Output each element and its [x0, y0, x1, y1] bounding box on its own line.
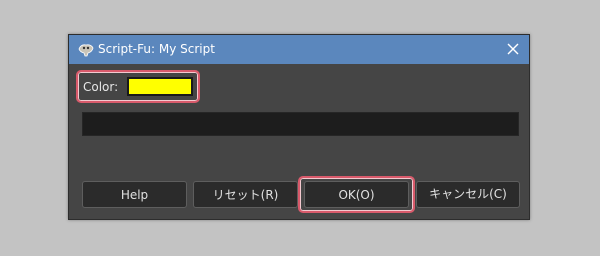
ok-button[interactable]: OK(O) — [304, 181, 409, 208]
help-button[interactable]: Help — [82, 181, 187, 208]
color-picker-button[interactable] — [127, 77, 193, 96]
script-fu-dialog: Script-Fu: My Script Color: Help リセット(R)… — [68, 34, 530, 220]
window-title: Script-Fu: My Script — [98, 42, 215, 56]
reset-button[interactable]: リセット(R) — [193, 181, 298, 208]
gimp-icon — [78, 42, 94, 57]
color-label: Color: — [83, 80, 119, 94]
close-icon[interactable] — [503, 39, 523, 59]
cancel-button[interactable]: キャンセル(C) — [416, 181, 520, 208]
titlebar[interactable]: Script-Fu: My Script — [69, 35, 529, 64]
progress-bar — [82, 112, 519, 136]
color-field-group: Color: — [76, 70, 200, 103]
